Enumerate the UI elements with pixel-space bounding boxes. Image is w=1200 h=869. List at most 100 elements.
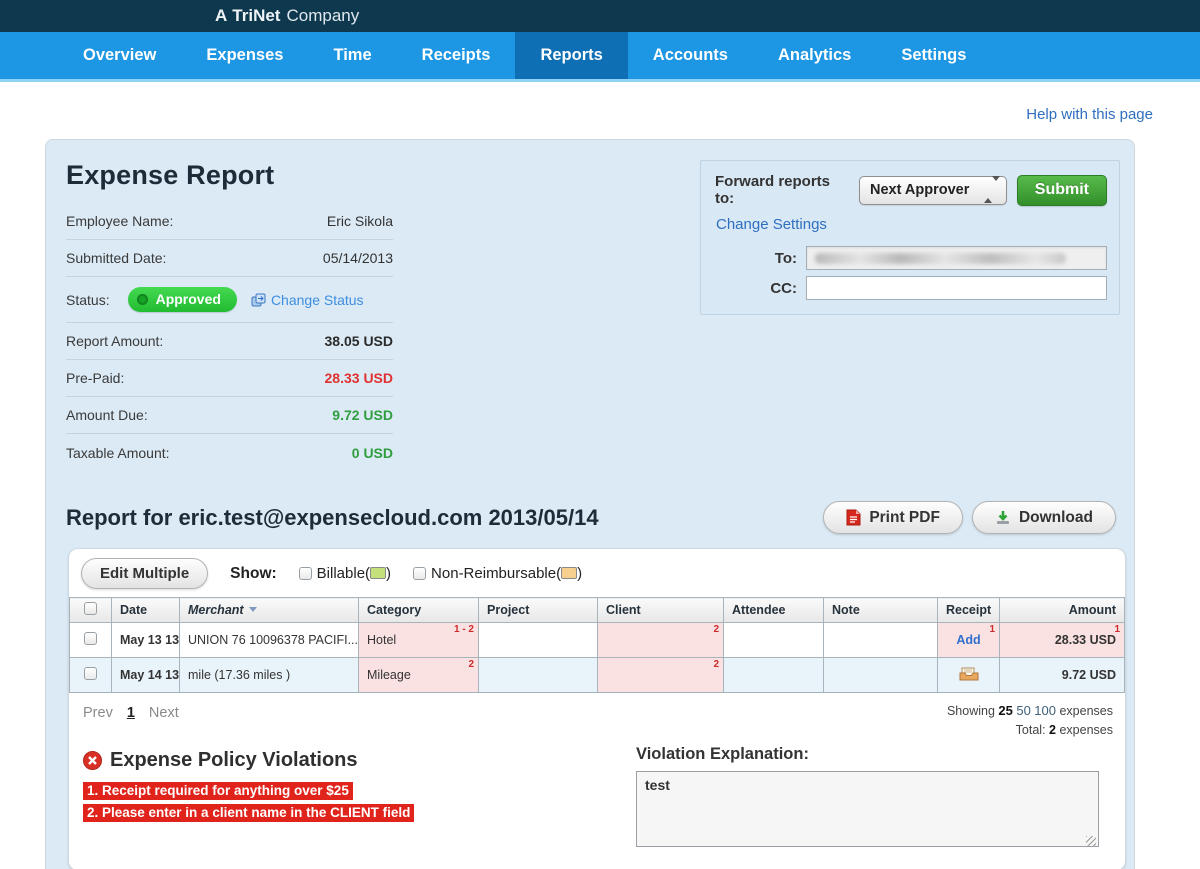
cell-amount: 128.33 USD: [1000, 623, 1125, 658]
cell-merchant: UNION 76 10096378 PACIFI...: [180, 623, 359, 658]
violations-heading: Expense Policy Violations: [110, 749, 358, 772]
to-input[interactable]: [806, 246, 1107, 270]
violation-explanation-label: Violation Explanation:: [636, 745, 1099, 764]
cc-input[interactable]: [806, 276, 1107, 300]
cell-client: 2: [598, 658, 724, 693]
receipt-icon[interactable]: [958, 665, 980, 682]
field-submitted-date: Submitted Date: 05/14/2013: [66, 240, 393, 277]
change-settings-link[interactable]: Change Settings: [716, 216, 827, 233]
field-value: 05/14/2013: [323, 250, 393, 266]
cc-label: CC:: [715, 280, 797, 297]
add-receipt-link[interactable]: Add: [956, 633, 980, 647]
field-label: Taxable Amount:: [66, 445, 170, 461]
field-value: 28.33 USD: [325, 370, 393, 386]
col-header-amount[interactable]: Amount: [1000, 598, 1125, 623]
violation-explanation-textarea[interactable]: test: [636, 771, 1099, 847]
cell-amount: 9.72 USD: [1000, 658, 1125, 693]
tab-overview[interactable]: Overview: [58, 32, 181, 79]
show-label: Show:: [230, 565, 277, 583]
pagination: Prev 1 Next: [83, 701, 179, 721]
submit-button[interactable]: Submit: [1017, 175, 1107, 206]
cell-merchant: mile (17.36 miles ): [180, 658, 359, 693]
violation-flag: 2: [468, 659, 474, 670]
violation-flag: 1: [1114, 624, 1120, 635]
billable-swatch: [370, 567, 386, 579]
forward-to-select[interactable]: Next Approver: [859, 176, 1007, 205]
cell-client: 2: [598, 623, 724, 658]
expenses-panel: Edit Multiple Show: Billable() Non-Reimb…: [68, 548, 1126, 869]
field-value: 0 USD: [352, 445, 393, 461]
report-fields: Employee Name: Eric Sikola Submitted Dat…: [66, 203, 393, 471]
status-badge: Approved: [128, 287, 237, 312]
cell-date: May 13 13: [112, 623, 180, 658]
current-page[interactable]: 1: [127, 705, 135, 721]
field-label: Submitted Date:: [66, 250, 166, 266]
cell-receipt: 1 Add: [938, 623, 1000, 658]
next-page-link[interactable]: Next: [149, 705, 179, 721]
row-checkbox[interactable]: [84, 667, 97, 680]
page-size-100[interactable]: 100: [1034, 703, 1056, 718]
col-header-date[interactable]: Date: [112, 598, 180, 623]
pdf-icon: [846, 509, 861, 526]
field-value: Eric Sikola: [327, 213, 393, 229]
help-row: Help with this page: [0, 82, 1200, 139]
print-pdf-button[interactable]: Print PDF: [823, 501, 963, 534]
col-header-category[interactable]: Category: [359, 598, 479, 623]
cell-date: May 14 13: [112, 658, 180, 693]
col-header-project[interactable]: Project: [479, 598, 598, 623]
col-header-attendee[interactable]: Attendee: [724, 598, 824, 623]
col-header-note[interactable]: Note: [824, 598, 938, 623]
col-header-merchant[interactable]: Merchant: [180, 598, 359, 623]
non-reimbursable-checkbox[interactable]: [413, 567, 426, 580]
billable-checkbox[interactable]: [299, 567, 312, 580]
col-header-receipt[interactable]: Receipt: [938, 598, 1000, 623]
expense-row: May 14 13 mile (17.36 miles ) 2Mileage 2: [70, 658, 1125, 693]
help-link[interactable]: Help with this page: [1026, 106, 1153, 123]
showing-controls: Showing 25 50 100 expenses Total: 2 expe…: [947, 701, 1113, 741]
violation-flag: 1: [989, 624, 995, 635]
field-report-amount: Report Amount: 38.05 USD: [66, 323, 393, 360]
select-all-checkbox[interactable]: [84, 602, 97, 615]
cell-category: 2Mileage: [359, 658, 479, 693]
forward-reports-panel: Forward reports to: Next Approver Submit…: [700, 160, 1120, 315]
tab-accounts[interactable]: Accounts: [628, 32, 753, 79]
cell-note: [824, 623, 938, 658]
field-label: Report Amount:: [66, 333, 163, 349]
page-size-50[interactable]: 50: [1016, 703, 1030, 718]
field-status: Status: Approved Change Status: [66, 277, 393, 323]
row-checkbox[interactable]: [84, 632, 97, 645]
cell-attendee: [724, 623, 824, 658]
field-label: Status:: [66, 292, 110, 308]
field-employee-name: Employee Name: Eric Sikola: [66, 203, 393, 240]
cell-project: [479, 623, 598, 658]
prev-page-link[interactable]: Prev: [83, 705, 113, 721]
tab-reports[interactable]: Reports: [515, 32, 627, 79]
expense-report-card: Expense Report Employee Name: Eric Sikol…: [45, 139, 1135, 869]
tab-time[interactable]: Time: [308, 32, 396, 79]
tab-analytics[interactable]: Analytics: [753, 32, 876, 79]
forward-reports-label: Forward reports to:: [715, 173, 849, 207]
status-dot-icon: [137, 294, 148, 305]
cell-receipt: [938, 658, 1000, 693]
download-button[interactable]: Download: [972, 501, 1116, 534]
non-reimbursable-swatch: [561, 567, 577, 579]
violation-flag: 1 - 2: [454, 624, 474, 635]
resize-grip[interactable]: [1086, 836, 1096, 846]
tab-expenses[interactable]: Expenses: [181, 32, 308, 79]
tab-settings[interactable]: Settings: [876, 32, 991, 79]
field-amount-due: Amount Due: 9.72 USD: [66, 397, 393, 434]
field-label: Employee Name:: [66, 213, 173, 229]
edit-multiple-button[interactable]: Edit Multiple: [81, 558, 208, 589]
filter-billable: Billable(): [299, 565, 391, 582]
brand-trinet: TriNet: [232, 6, 280, 26]
field-label: Amount Due:: [66, 407, 148, 423]
col-header-client[interactable]: Client: [598, 598, 724, 623]
change-status-link[interactable]: Change Status: [251, 292, 364, 308]
tab-receipts[interactable]: Receipts: [397, 32, 516, 79]
expenses-table: Date Merchant Category Project Client At…: [69, 597, 1125, 693]
to-label: To:: [715, 250, 797, 267]
download-icon: [995, 510, 1011, 526]
page-size-25[interactable]: 25: [998, 703, 1012, 718]
violation-flag: 2: [713, 624, 719, 635]
cell-note: [824, 658, 938, 693]
